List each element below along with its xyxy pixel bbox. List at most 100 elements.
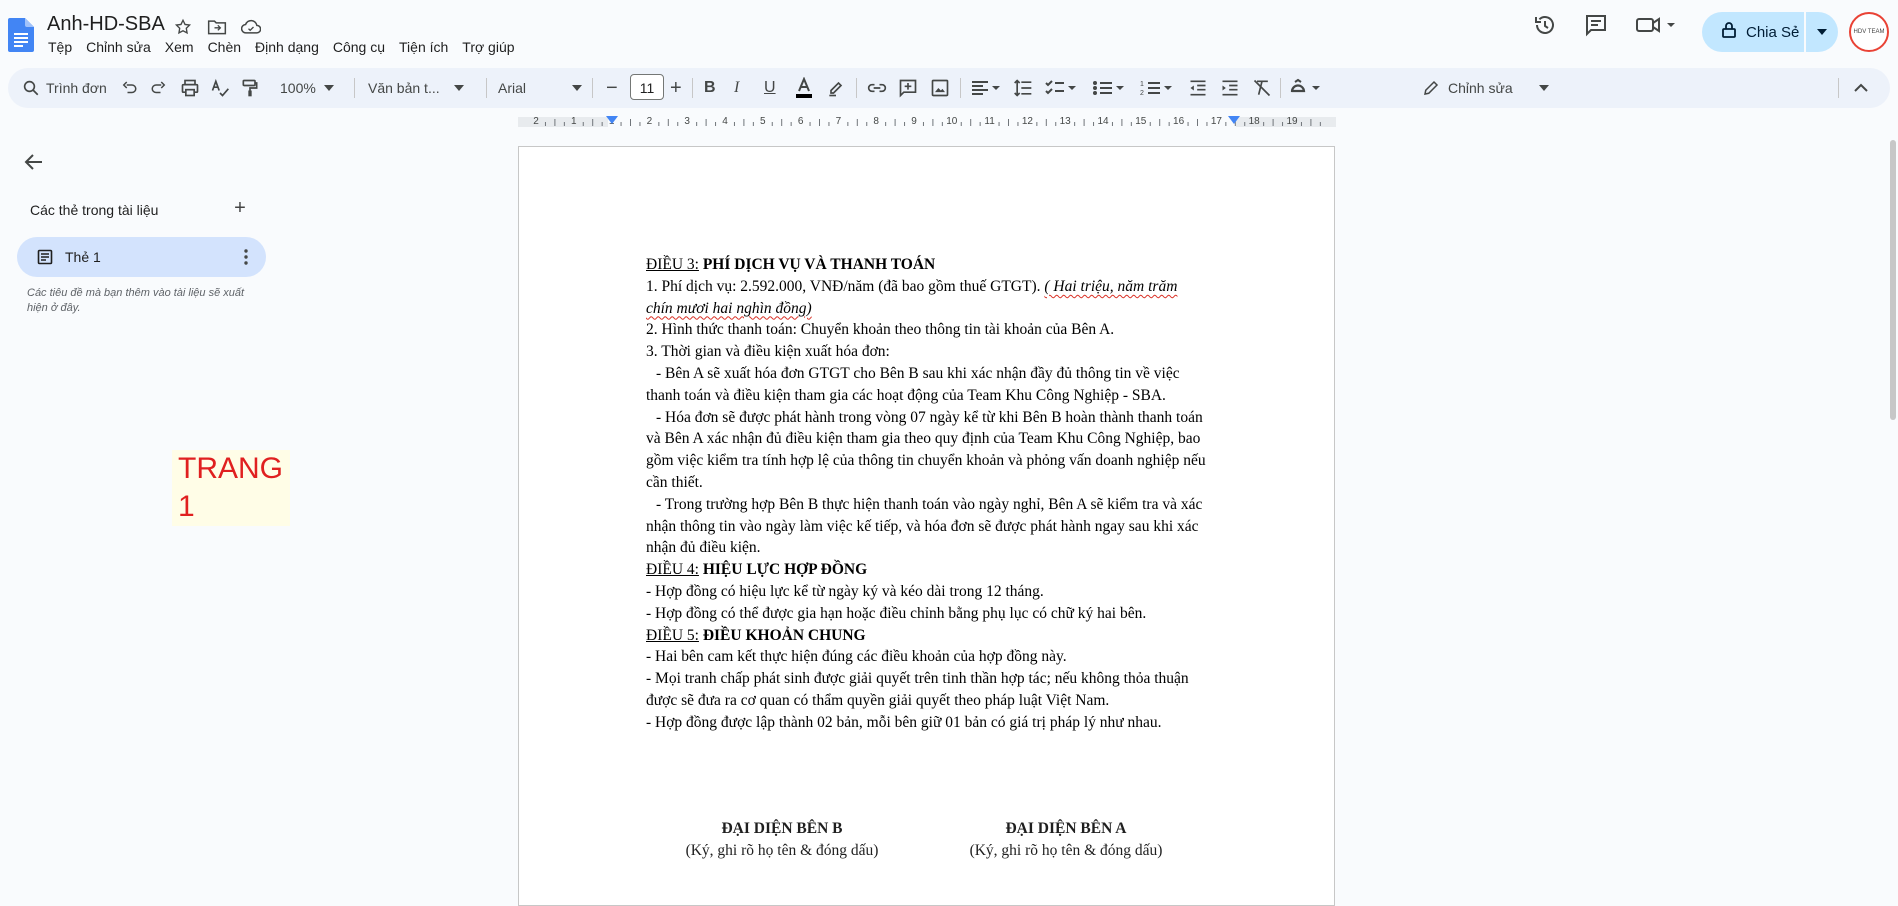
align-icon[interactable] (970, 68, 1002, 108)
checklist-icon[interactable] (1044, 68, 1078, 108)
redo-icon[interactable] (150, 68, 168, 108)
paragraph-invoice-c: - Trong trường hợp Bên B thực hiện thanh… (646, 495, 1203, 557)
paragraph-general-a: - Hai bên cam kết thực hiện đúng các điề… (646, 648, 1067, 666)
add-tab-icon[interactable]: + (230, 198, 250, 218)
insert-link-icon[interactable] (866, 68, 888, 108)
menu-edit[interactable]: Chỉnh sửa (86, 39, 159, 55)
ruler-label: 9 (911, 116, 917, 127)
print-icon[interactable] (180, 68, 200, 108)
version-history-icon[interactable] (1532, 12, 1558, 38)
comments-icon[interactable] (1583, 12, 1609, 38)
article-4-label: ĐIỀU 4: (646, 561, 699, 579)
article-5-label: ĐIỀU 5: (646, 626, 699, 644)
paragraph-validity-a: - Hợp đồng có hiệu lực kể từ ngày ký và … (646, 582, 1044, 600)
input-tools-icon[interactable] (1290, 68, 1324, 108)
avatar-text: HDV TEAM (1853, 29, 1885, 35)
menu-extensions[interactable]: Tiện ích (399, 39, 456, 55)
document-tab-icon (37, 249, 53, 265)
menu-tools[interactable]: Công cụ (333, 39, 393, 55)
zoom-select[interactable]: 100% (280, 68, 334, 108)
svg-text:2: 2 (1140, 90, 1144, 97)
ruler-label: 12 (1022, 116, 1034, 127)
paragraph-fee: 1. Phí dịch vụ: 2.592.000, VNĐ/năm (đã b… (646, 276, 1206, 320)
ruler-label: 1 (571, 116, 577, 127)
account-avatar[interactable]: HDV TEAM (1849, 12, 1889, 52)
undo-icon[interactable] (120, 68, 138, 108)
ruler-label: 18 (1249, 116, 1261, 127)
decrease-font-size-button[interactable]: − (606, 68, 618, 108)
spellcheck-icon[interactable] (210, 68, 230, 108)
page-overlay-label: TRANG 1 (172, 450, 290, 526)
svg-text:1: 1 (1140, 81, 1144, 88)
signature-block-b: ĐẠI DIỆN BÊN B (Ký, ghi rõ họ tên & đóng… (652, 818, 912, 862)
line-spacing-icon[interactable] (1012, 68, 1034, 108)
menu-search-placeholder: Trình đơn (46, 80, 107, 96)
paragraph-style-select[interactable]: Văn bản t... (368, 68, 464, 108)
font-size-input[interactable]: 11 (630, 74, 664, 100)
lock-icon (1722, 22, 1736, 42)
ruler-label: 19 (1286, 116, 1298, 127)
bold-icon[interactable]: B (704, 68, 716, 108)
bulleted-list-icon[interactable] (1092, 68, 1126, 108)
more-vert-icon[interactable] (244, 249, 248, 265)
highlight-icon[interactable] (826, 68, 846, 108)
paragraph-general-c: - Hợp đồng được lập thành 02 bản, mỗi bê… (646, 713, 1162, 731)
paragraph-style-value: Văn bản t... (368, 80, 440, 96)
ruler-label: 2 (533, 116, 539, 127)
tab-item-1[interactable]: Thẻ 1 (17, 237, 266, 277)
text-color-icon[interactable] (794, 68, 814, 108)
document-page[interactable]: ĐIỀU 3: PHÍ DỊCH VỤ VÀ THANH TOÁN 1. Phí… (518, 146, 1335, 906)
decrease-indent-icon[interactable] (1188, 68, 1208, 108)
share-dropdown-button[interactable] (1806, 12, 1838, 52)
document-tabs-title: Các thẻ trong tài liệu (30, 202, 159, 218)
numbered-list-icon[interactable]: 12 (1140, 68, 1174, 108)
cloud-saved-icon[interactable] (240, 16, 262, 38)
underline-icon[interactable]: U (764, 68, 776, 108)
paint-format-icon[interactable] (240, 68, 260, 108)
zoom-value: 100% (280, 80, 316, 96)
tab-item-label: Thẻ 1 (65, 249, 101, 265)
article-4-heading: ĐIỀU 4: HIỆU LỰC HỢP ĐỒNG (646, 559, 1206, 581)
ruler-scale[interactable]: 2112345678910111213141516171819 (518, 114, 1336, 128)
ruler-label: 4 (722, 116, 728, 127)
chevron-down-icon (1538, 85, 1549, 91)
share-button[interactable]: Chia Sẻ (1702, 12, 1804, 52)
editing-mode-select[interactable]: Chỉnh sửa (1422, 68, 1549, 108)
article-3-heading: ĐIỀU 3: PHÍ DỊCH VỤ VÀ THANH TOÁN (646, 254, 1206, 276)
meet-icon[interactable] (1634, 12, 1680, 38)
increase-font-size-button[interactable]: + (670, 68, 682, 108)
menu-help[interactable]: Trợ giúp (462, 39, 522, 55)
add-comment-icon[interactable] (898, 68, 918, 108)
ruler-label: 7 (836, 116, 842, 127)
menu-view[interactable]: Xem (165, 39, 202, 55)
document-outline-sidebar: Các thẻ trong tài liệu + Thẻ 1 Các tiêu … (0, 132, 290, 883)
signature-b-note: (Ký, ghi rõ họ tên & đóng dấu) (685, 841, 879, 859)
italic-icon[interactable]: I (734, 68, 739, 108)
ruler-label: 8 (873, 116, 879, 127)
pencil-icon (1424, 80, 1439, 95)
document-title[interactable]: Anh-HD-SBA (47, 13, 165, 36)
back-arrow-icon[interactable] (22, 150, 46, 174)
ruler-label: 17 (1211, 116, 1223, 127)
document-body[interactable]: ĐIỀU 3: PHÍ DỊCH VỤ VÀ THANH TOÁN 1. Phí… (646, 254, 1206, 734)
signature-block-a: ĐẠI DIỆN BÊN A (Ký, ghi rõ họ tên & đóng… (936, 818, 1196, 862)
ruler-label: 16 (1173, 116, 1185, 127)
font-select[interactable]: Arial (498, 68, 583, 108)
ruler-label: 3 (684, 116, 690, 127)
paragraph-general-b: - Mọi tranh chấp phát sinh được giải quy… (646, 670, 1189, 709)
vertical-scrollbar[interactable] (1890, 140, 1896, 420)
menu-format[interactable]: Định dạng (255, 39, 327, 55)
clear-formatting-icon[interactable] (1252, 68, 1272, 108)
menu-search[interactable]: Trình đơn (16, 72, 118, 104)
signature-a-note: (Ký, ghi rõ họ tên & đóng dấu) (969, 841, 1163, 859)
move-folder-icon[interactable] (206, 16, 228, 38)
collapse-menus-icon[interactable] (1854, 68, 1868, 108)
menu-insert[interactable]: Chèn (208, 39, 249, 55)
chevron-down-icon (572, 85, 583, 91)
insert-image-icon[interactable] (930, 68, 950, 108)
docs-logo-icon[interactable] (8, 18, 34, 52)
increase-indent-icon[interactable] (1220, 68, 1240, 108)
star-icon[interactable] (172, 16, 194, 38)
menu-file[interactable]: Tệp (48, 39, 80, 55)
tabs-hint-text: Các tiêu đề mà bạn thêm vào tài liệu sẽ … (27, 287, 245, 314)
